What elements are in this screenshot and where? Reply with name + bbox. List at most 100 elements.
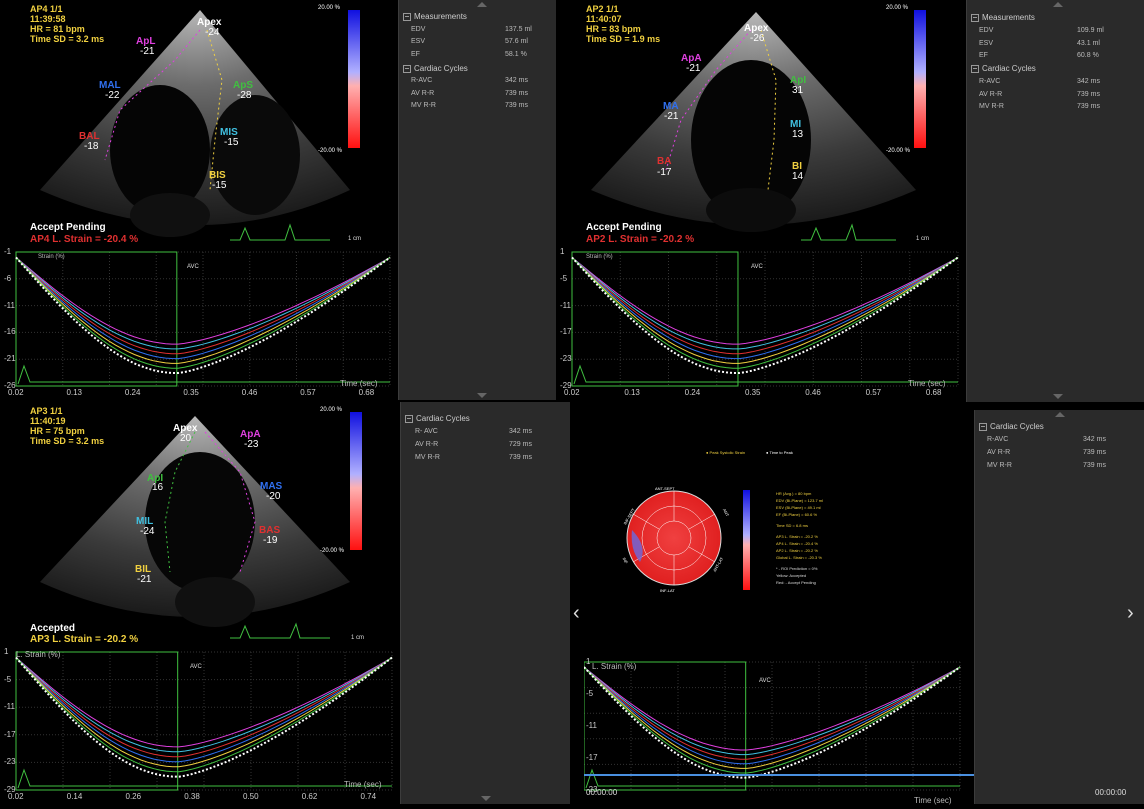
avc-label: AVC — [759, 678, 771, 684]
summary-stat-line: Time SD = 6.8 ms — [776, 523, 808, 528]
row-value: 342 ms — [1083, 436, 1106, 443]
row-label: AV R-R — [411, 90, 435, 97]
y-tick-label: -6 — [4, 273, 12, 283]
accept-status: Accepted — [30, 623, 76, 634]
measurements-panel-ap2: Measurements EDV 109.9 ml ESV 43.1 ml EF… — [966, 0, 1144, 402]
segment-value: -23 — [244, 439, 259, 450]
section-title: Cardiac Cycles — [982, 64, 1036, 73]
section-title: Measurements — [982, 13, 1035, 22]
row-value: 60.8 % — [1077, 52, 1099, 59]
scale-top-label: 20.00 % — [318, 5, 341, 11]
row-label: MV R-R — [411, 102, 436, 109]
section-title: Cardiac Cycles — [416, 414, 470, 423]
row-value: 57.6 ml — [505, 38, 528, 45]
accept-status: Accept Pending — [586, 222, 662, 233]
measurements-panel-ap3: Cardiac Cycles R- AVC 342 ms AV R-R 729 … — [400, 402, 571, 804]
row-label: EF — [411, 51, 420, 58]
y-tick-label: -1 — [4, 247, 12, 256]
summary-view: ‹ ● Peak Systolic Strain ● Time to Peak — [570, 402, 1128, 805]
segment-value: -15 — [224, 137, 239, 148]
hr-label: HR = 75 bpm — [30, 426, 85, 436]
avc-label: AVC — [751, 264, 763, 270]
section-header[interactable]: Cardiac Cycles — [399, 64, 557, 73]
summary-stat-line: HR (Avg.) = 80 bpm — [776, 491, 812, 496]
segment-value: -21 — [686, 63, 701, 74]
segment-value: -24 — [205, 27, 220, 38]
view-title: AP2 1/1 — [586, 4, 619, 14]
bullseye-label: INF-LAT — [660, 588, 675, 593]
scale-bottom-label: -20.00 % — [886, 148, 911, 154]
collapse-icon[interactable] — [979, 422, 987, 431]
collapse-icon[interactable] — [403, 12, 411, 21]
echo-view-ap4[interactable]: AP4 1/1 11:39:58 HR = 81 bpm Time SD = 3… — [0, 0, 390, 248]
strain-curves — [571, 251, 959, 387]
strain-graph-ap2[interactable]: Strain (%) AVC Time (sec) 1 -5 -11 -17 -23 -2… — [556, 248, 966, 400]
next-arrow-icon[interactable]: › — [1127, 602, 1134, 625]
segment-value: -20 — [266, 491, 281, 502]
graph-ylabel: Strain (%) — [38, 254, 65, 260]
row-value: 739 ms — [1083, 449, 1106, 456]
bullseye-label: ANT-SEPT — [655, 486, 675, 491]
row-value: 739 ms — [1077, 103, 1100, 110]
summary-stat-line: AP4 L. Strain = -20.4 % — [776, 541, 818, 546]
graph-ylabel: L. Strain (%) — [592, 662, 637, 671]
x-tick-label: 0.62 — [301, 792, 318, 801]
x-tick-label: 0.02 — [8, 388, 24, 397]
collapse-icon[interactable] — [971, 64, 979, 73]
section-header[interactable]: Measurements — [399, 12, 557, 21]
row-label: R-AVC — [411, 77, 433, 84]
time-sd-label: Time SD = 3.2 ms — [30, 34, 105, 44]
collapse-icon[interactable] — [971, 13, 979, 22]
measurements-panel-summary: Cardiac Cycles R-AVC 342 ms AV R-R 739 m… — [974, 410, 1144, 804]
time-sd-label: Time SD = 3.2 ms — [30, 436, 105, 446]
row-value: 739 ms — [505, 102, 528, 109]
x-tick-label: 0.57 — [300, 388, 316, 397]
view-title: AP4 1/1 — [30, 4, 63, 14]
row-label: AV R-R — [415, 441, 439, 448]
strain-graph-summary[interactable]: L. Strain (%) AVC Time (sec) 1 -5 -11 -17 -2… — [583, 658, 968, 805]
row-value: 342 ms — [505, 77, 528, 84]
row-value: 739 ms — [509, 454, 532, 461]
section-header[interactable]: Cardiac Cycles — [401, 414, 571, 423]
section-header[interactable]: Cardiac Cycles — [975, 422, 1144, 431]
x-tick-label: 0.24 — [124, 388, 141, 397]
y-tick-label: -23 — [560, 354, 572, 364]
strain-graph-ap4[interactable]: Strain (%) AVC Time (sec) -1 -6 -11 -16 -21-… — [0, 248, 398, 400]
collapse-icon[interactable] — [405, 414, 413, 423]
echo-view-ap3[interactable]: AP3 1/1 11:40:19 HR = 75 bpm Time SD = 3… — [0, 402, 400, 648]
section-title: Cardiac Cycles — [990, 422, 1044, 431]
strain-curves — [583, 661, 961, 791]
accept-status: Accept Pending — [30, 222, 106, 233]
strain-value: AP2 L. Strain = -20.2 % — [586, 234, 695, 245]
summary-stat-line: Global L. Strain = -20.3 % — [776, 555, 822, 560]
cm-scale: 1 cm — [351, 635, 365, 641]
y-tick-label: -5 — [560, 273, 568, 283]
summary-stat-line: EF (Bi-Plane) = 60.6 % — [776, 512, 818, 517]
y-tick-label: -23 — [4, 757, 16, 767]
section-header[interactable]: Measurements — [967, 13, 1144, 22]
graph-xlabel: Time (sec) — [914, 796, 952, 805]
graph-xlabel: Time (sec) — [344, 780, 382, 789]
section-title: Cardiac Cycles — [414, 64, 468, 73]
graph-xlabel: Time (sec) — [340, 379, 378, 388]
echo-view-ap2[interactable]: AP2 1/1 11:40:07 HR = 83 bpm Time SD = 1… — [556, 0, 966, 248]
strain-graph-ap3[interactable]: L. Strain (%) AVC Time (sec) 1 -5 -11 -17 -2… — [0, 648, 400, 804]
summary-stat-line: ESV (Bi-Plane) = 49.1 ml — [776, 505, 821, 510]
strain-curves — [15, 251, 391, 387]
y-tick-label: -5 — [4, 674, 12, 684]
collapse-icon[interactable] — [403, 64, 411, 73]
scale-top-label: 20.00 % — [320, 407, 343, 413]
strain-value: AP4 L. Strain = -20.4 % — [30, 234, 139, 245]
section-header[interactable]: Cardiac Cycles — [967, 64, 1144, 73]
x-tick-label: 0.26 — [125, 792, 142, 801]
segment-value: -15 — [212, 180, 227, 191]
measurements-panel-ap4: Measurements EDV 137.5 ml ESV 57.6 ml EF… — [398, 0, 557, 400]
segment-value: -26 — [750, 33, 765, 44]
x-tick-label: 0.13 — [66, 388, 83, 397]
x-tick-label: 0.02 — [564, 388, 580, 397]
time-label: 11:39:58 — [30, 14, 66, 24]
segment-value: -17 — [657, 167, 672, 178]
x-tick-label: 0.35 — [744, 388, 761, 397]
y-tick-label: -11 — [4, 702, 15, 712]
x-tick-label: 0.46 — [241, 388, 258, 397]
